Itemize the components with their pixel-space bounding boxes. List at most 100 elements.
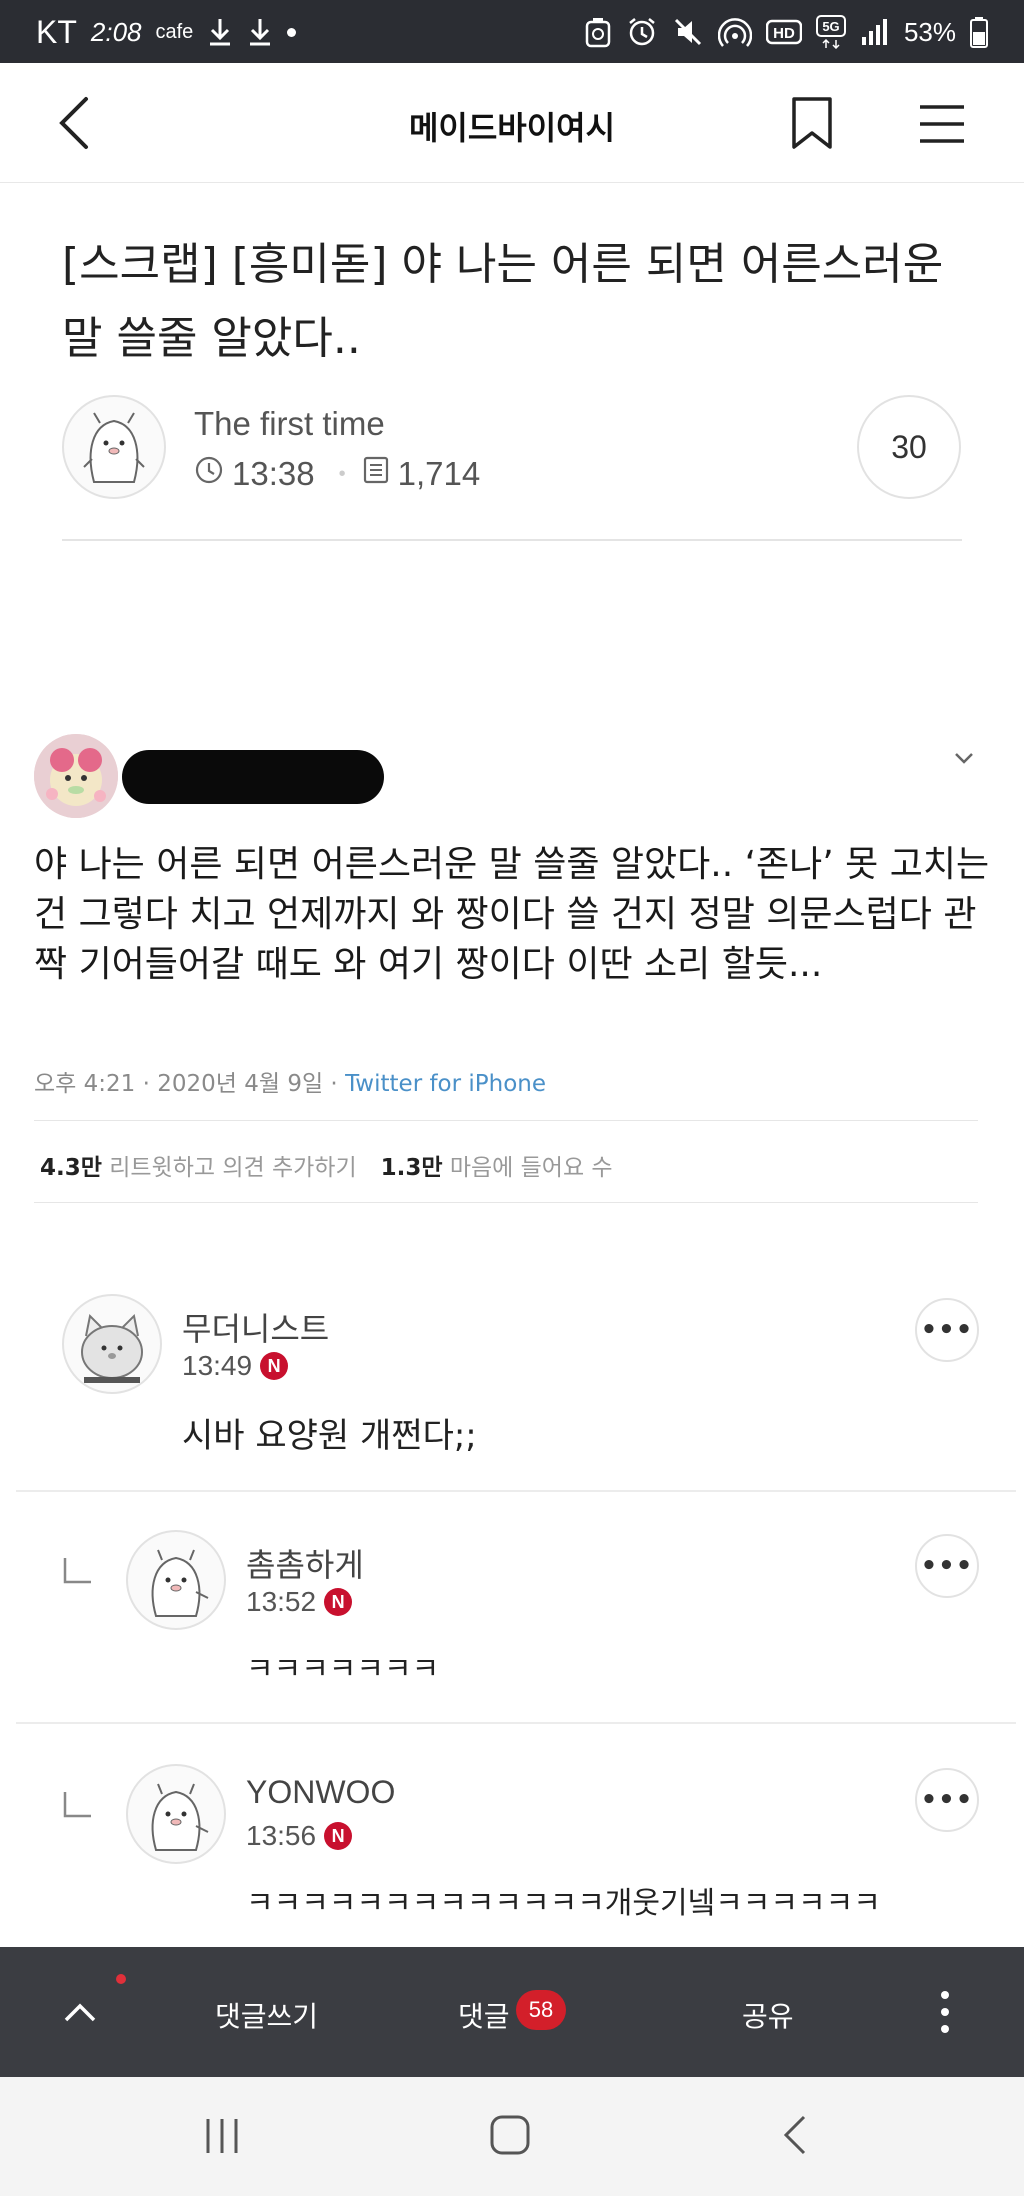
new-badge: N — [324, 1588, 353, 1616]
download-icon — [247, 17, 273, 47]
views-icon — [362, 455, 390, 493]
like-stat: 1.3만 마음에 들어요 수 — [381, 1148, 613, 1182]
tweet-text: 야 나는 어른 되면 어른스러운 말 쓸줄 알았다.. ‘존나’ 못 고치는 건… — [34, 844, 990, 985]
svg-text:HD: HD — [773, 25, 795, 42]
comment-text: ㅋㅋㅋㅋㅋㅋㅋ — [246, 1652, 440, 1687]
cafe-title[interactable]: 메이드바이여시 — [0, 103, 1024, 149]
author-name[interactable]: The first time — [194, 405, 385, 443]
divider — [34, 1202, 978, 1203]
divider — [16, 1722, 1016, 1724]
app-header: 메이드바이여시 — [0, 63, 1024, 183]
clock-icon — [194, 455, 224, 493]
status-time: 2:08 — [90, 16, 142, 47]
retweet-label: 리트윗하고 의견 추가하기 — [109, 1155, 357, 1181]
system-back-button[interactable] — [780, 2113, 810, 2157]
post-time: 13:38 — [232, 455, 315, 492]
character-avatar-icon — [83, 412, 145, 483]
comment-text: 시바 요양원 개쩐다;; — [182, 1416, 477, 1456]
comment-text: ㅋㅋㅋㅋㅋㅋㅋㅋㅋㅋㅋㅋㅋ개웃기넼ㅋㅋㅋㅋㅋㅋ — [246, 1886, 881, 1921]
divider — [16, 1490, 1016, 1492]
comment-avatar[interactable] — [126, 1764, 226, 1864]
tweet-stats: 4.3만 리트윗하고 의견 추가하기 1.3만 마음에 들어요 수 — [40, 1148, 613, 1182]
scroll-top-button[interactable] — [58, 1992, 102, 2032]
comment-avatar[interactable] — [126, 1530, 226, 1630]
write-comment-button[interactable]: 댓글쓰기 — [215, 1995, 318, 2035]
tweet-screenshot: 야 나는 어른 되면 어른스러운 말 쓸줄 알았다.. ‘존나’ 못 고치는 건… — [0, 700, 1024, 1220]
comment-time-row: 13:52 N — [246, 1586, 353, 1618]
svg-text:5G: 5G — [822, 19, 839, 34]
character-avatar-icon — [151, 1549, 209, 1617]
comments-count-badge: 58 — [516, 1990, 566, 2030]
battery-percent: 53% — [903, 16, 956, 47]
back-icon — [783, 2115, 806, 2155]
battery-icon — [970, 16, 988, 48]
bookmark-icon — [792, 97, 832, 149]
more-options-button[interactable] — [935, 1987, 955, 2037]
chevron-up-icon — [64, 2003, 96, 2022]
tweet-meta: 오후 4:21 · 2020년 4월 9일 · Twitter for iPho… — [34, 1064, 546, 1098]
tweet-avatar — [34, 734, 118, 818]
comment-time-row: 13:49 N — [182, 1350, 289, 1382]
reply-item: YONWOO 13:56 N ㅋㅋㅋㅋㅋㅋㅋㅋㅋㅋㅋㅋㅋ개웃기넼ㅋㅋㅋㅋㅋㅋ •… — [0, 1760, 1024, 1940]
comment-count-button[interactable]: 30 — [857, 395, 961, 499]
bookmark-button[interactable] — [786, 93, 838, 153]
carrier-label: KT — [36, 13, 77, 50]
recent-apps-icon — [206, 2119, 238, 2153]
dot-icon — [287, 27, 297, 37]
character-avatar-icon — [151, 1783, 209, 1851]
post-meta: 13:38 • 1,714 — [194, 455, 480, 493]
like-count: 1.3만 — [380, 1155, 443, 1181]
comment-time: 13:56 — [246, 1820, 317, 1851]
tweet-avatar-image — [34, 734, 118, 818]
character-avatar-icon — [81, 1313, 143, 1383]
reply-arrow-icon — [62, 1790, 92, 1820]
home-button[interactable] — [488, 2113, 532, 2157]
alarm-icon — [626, 16, 658, 48]
retweet-stat: 4.3만 리트윗하고 의견 추가하기 — [40, 1148, 357, 1182]
divider — [34, 1120, 978, 1121]
comment-time: 13:49 — [182, 1350, 253, 1381]
5g-icon: 5G — [815, 15, 846, 49]
comment-avatar[interactable] — [62, 1294, 162, 1394]
tweet-app-source: Twitter for iPhone — [345, 1071, 547, 1097]
comment-more-button[interactable]: ••• — [915, 1298, 979, 1362]
vertical-dots-icon — [941, 1991, 949, 2033]
comment-more-button[interactable]: ••• — [915, 1534, 979, 1598]
signal-icon — [860, 17, 890, 47]
comment-author[interactable]: YONWOO — [246, 1774, 395, 1811]
reply-arrow-icon — [62, 1556, 92, 1586]
divider — [62, 539, 962, 541]
status-bar: KT 2:08 cafe HD 5G 53% — [0, 0, 1024, 63]
hd-icon: HD — [765, 18, 802, 46]
post-title: [스크랩] [흥미돋] 야 나는 어른 되면 어른스러운 말 쓸줄 알았다.. — [62, 239, 944, 364]
tweet-timestamp: 오후 4:21 · 2020년 4월 9일 · — [34, 1071, 346, 1097]
meta-separator: • — [338, 462, 346, 485]
comments-button[interactable]: 댓글 — [458, 1995, 510, 2035]
mute-icon — [672, 16, 704, 48]
retweet-count: 4.3만 — [40, 1155, 102, 1181]
new-badge: N — [324, 1822, 353, 1850]
comment-more-button[interactable]: ••• — [915, 1768, 979, 1832]
bottom-toolbar: 댓글쓰기 댓글 58 공유 — [0, 1947, 1024, 2077]
comment-item: 무더니스트 13:49 N 시바 요양원 개쩐다;; ••• — [0, 1290, 1024, 1490]
status-app-label: cafe — [155, 20, 194, 43]
recent-apps-button[interactable] — [202, 2115, 242, 2157]
system-nav-bar — [0, 2077, 1024, 2196]
hotspot-icon — [717, 16, 752, 48]
comment-time-row: 13:56 N — [246, 1820, 353, 1852]
like-label: 마음에 들어요 수 — [449, 1155, 613, 1181]
menu-button[interactable] — [912, 99, 972, 149]
home-icon — [490, 2115, 530, 2155]
reply-item: 촘촘하게 13:52 N ㅋㅋㅋㅋㅋㅋㅋ ••• — [0, 1526, 1024, 1716]
notification-dot — [116, 1974, 126, 1984]
recycle-icon — [584, 16, 612, 48]
author-avatar[interactable] — [62, 395, 166, 499]
new-badge: N — [260, 1352, 289, 1380]
redacted-username — [122, 750, 384, 804]
comment-author[interactable]: 촘촘하게 — [246, 1540, 364, 1586]
share-button[interactable]: 공유 — [742, 1995, 794, 2035]
chevron-down-icon — [950, 744, 978, 772]
post-views: 1,714 — [397, 455, 481, 492]
comment-time: 13:52 — [246, 1586, 317, 1617]
comment-author[interactable]: 무더니스트 — [182, 1304, 329, 1350]
